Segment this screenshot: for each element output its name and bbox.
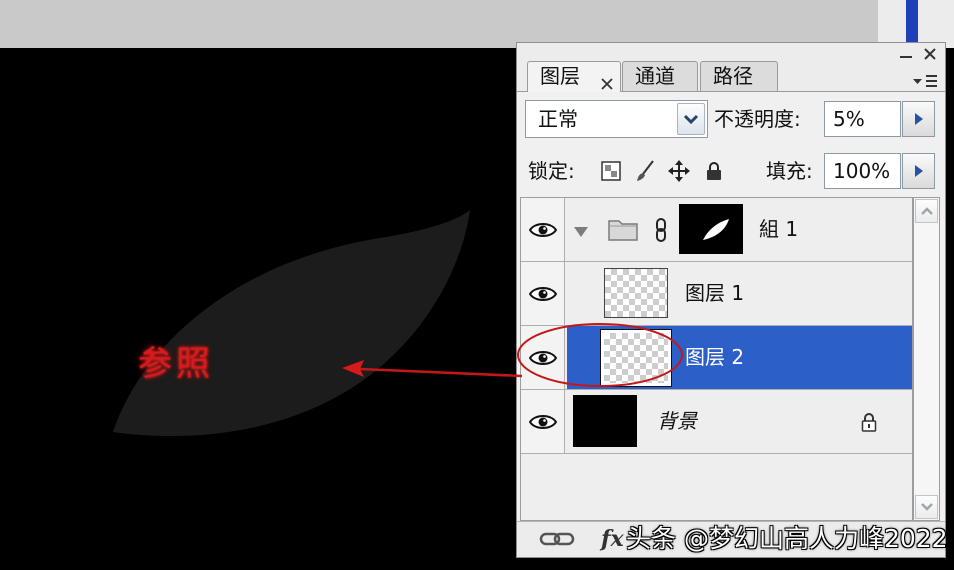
layer-mask-thumbnail <box>679 204 743 254</box>
layer-name: 图层 2 <box>685 345 745 369</box>
lock-transparency-icon <box>601 161 621 181</box>
layer-row[interactable]: 图层 1 <box>521 262 912 326</box>
mask-link-toggle[interactable] <box>655 218 667 242</box>
minimize-icon <box>900 56 912 58</box>
group-expand-toggle[interactable] <box>573 223 589 237</box>
lock-label: 锁定: <box>528 159 575 183</box>
layer-row-group[interactable]: 組 1 <box>521 198 912 262</box>
fill-slider-button[interactable] <box>902 153 935 189</box>
layer-thumbnail <box>573 395 637 447</box>
layer-row-background[interactable]: 背景 <box>521 390 912 454</box>
chain-link-icon <box>656 218 666 242</box>
lock-all-button[interactable] <box>703 160 725 182</box>
link-layers-icon <box>539 532 575 546</box>
lock-icon <box>861 412 877 432</box>
close-icon <box>924 48 936 60</box>
layer-list: 組 1 图层 1 图层 2 背景 <box>520 197 913 521</box>
layer-style-button[interactable]: fx <box>601 523 624 555</box>
layer-visibility-toggle[interactable] <box>521 198 565 261</box>
lock-position-button[interactable] <box>668 160 690 182</box>
eye-icon <box>528 222 557 237</box>
tab-label: 图层 <box>540 64 580 88</box>
panel-menu-icon <box>913 75 937 87</box>
tab-paths[interactable]: 路径 <box>700 61 778 91</box>
tab-channels[interactable]: 通道 <box>622 61 698 91</box>
opacity-slider-button[interactable] <box>902 101 935 137</box>
layer-row-selected[interactable]: 图层 2 <box>521 326 912 390</box>
fill-label: 填充: <box>766 159 813 183</box>
panel-menu-button[interactable] <box>911 73 939 89</box>
layer-visibility-toggle[interactable] <box>521 390 565 453</box>
layers-panel: 图层 通道 路径 正常 不透明度: 5% 锁定: 填充: 100% 組 1 图层… <box>516 42 946 558</box>
scroll-up-button[interactable] <box>915 199 938 223</box>
annotation-label: 参照 <box>138 344 214 384</box>
leaf-shape <box>113 210 470 437</box>
opacity-input[interactable]: 5% <box>824 101 901 137</box>
opacity-label: 不透明度: <box>714 107 801 131</box>
panel-close-button[interactable] <box>921 45 939 63</box>
window-edge-stripe <box>906 0 918 48</box>
triangle-right-icon <box>914 165 923 177</box>
lock-pixels-button[interactable] <box>634 160 656 182</box>
tab-layers[interactable]: 图层 <box>527 61 621 92</box>
layer-name: 組 1 <box>759 217 799 241</box>
triangle-right-icon <box>914 113 923 125</box>
blend-mode-select[interactable]: 正常 <box>525 100 708 138</box>
scroll-down-button[interactable] <box>915 495 938 519</box>
layer-visibility-toggle[interactable] <box>521 262 565 325</box>
eye-icon <box>528 414 557 429</box>
tab-label: 路径 <box>713 64 753 88</box>
chevron-down-icon <box>683 114 699 124</box>
link-layers-button[interactable] <box>539 529 575 549</box>
chevron-up-icon <box>920 207 933 215</box>
panel-minimize-button[interactable] <box>897 47 915 65</box>
folder-icon <box>607 216 639 242</box>
fill-input[interactable]: 100% <box>824 153 901 189</box>
lock-all-icon <box>707 162 721 180</box>
tab-close-button[interactable] <box>600 70 614 90</box>
blend-mode-value: 正常 <box>538 107 578 131</box>
lock-position-icon <box>668 160 690 182</box>
layer-name: 图层 1 <box>685 281 745 305</box>
triangle-down-icon <box>574 227 588 237</box>
blend-mode-dropdown-button[interactable] <box>677 103 705 135</box>
eye-icon <box>528 286 557 301</box>
layer-visibility-toggle[interactable] <box>521 326 565 389</box>
eye-icon <box>528 350 557 365</box>
layer-name: 背景 <box>657 409 697 433</box>
layer-thumbnail <box>604 268 668 318</box>
workspace-top-bar <box>0 0 878 48</box>
layer-list-scrollbar[interactable] <box>913 197 940 521</box>
chevron-down-icon <box>920 503 933 511</box>
tab-label: 通道 <box>635 64 675 88</box>
lock-pixels-icon <box>637 160 654 181</box>
close-icon <box>601 78 613 90</box>
layer-thumbnail <box>600 329 672 387</box>
lock-transparency-button[interactable] <box>600 160 622 182</box>
watermark-text: 头条 @梦幻山高人力峰2022 <box>626 524 946 553</box>
